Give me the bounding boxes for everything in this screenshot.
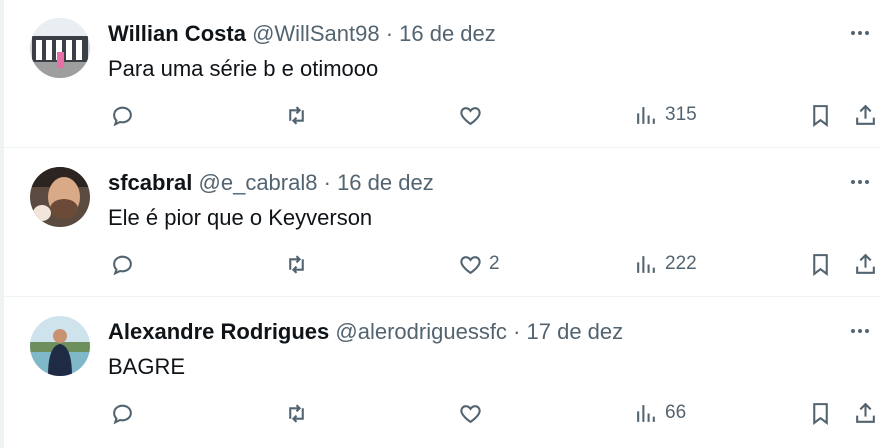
view-count: 66 xyxy=(665,402,687,423)
retweet-icon xyxy=(289,254,304,274)
view-count: 222 xyxy=(665,253,697,274)
heart-icon xyxy=(460,404,481,423)
like-count: 2 xyxy=(489,253,500,274)
reply-button[interactable] xyxy=(110,251,135,277)
tweet-date[interactable]: 16 de dez xyxy=(337,170,434,195)
more-button[interactable] xyxy=(845,20,875,46)
tweet-item[interactable]: sfcabral @e_cabral8 · 16 de dez Ele é pi… xyxy=(4,149,881,297)
tweet-item[interactable]: Alexandre Rodrigues @alerodriguessfc · 1… xyxy=(4,298,881,448)
share-icon xyxy=(856,402,875,423)
avatar[interactable] xyxy=(30,18,90,78)
like-button[interactable] xyxy=(458,400,489,426)
share-button[interactable] xyxy=(853,400,878,426)
reply-icon xyxy=(113,404,132,424)
separator-dot: · xyxy=(323,170,331,195)
share-button[interactable] xyxy=(853,251,878,277)
views-icon xyxy=(637,255,655,273)
separator-dot: · xyxy=(385,21,394,46)
retweet-icon xyxy=(289,403,304,423)
tweet-header: Alexandre Rodrigues @alerodriguessfc · 1… xyxy=(108,318,623,346)
more-button[interactable] xyxy=(845,318,875,344)
like-button[interactable]: 2 xyxy=(458,251,500,277)
replies-feed: Willian Costa @WillSant98 · 16 de dez Pa… xyxy=(0,0,881,448)
user-handle[interactable]: @WillSant98 xyxy=(252,21,380,46)
views-icon xyxy=(637,404,655,422)
views-button[interactable]: 315 xyxy=(634,102,697,128)
bookmark-icon xyxy=(813,104,828,127)
display-name[interactable]: sfcabral xyxy=(108,170,192,195)
bookmark-button[interactable] xyxy=(808,400,833,426)
like-button[interactable] xyxy=(458,102,489,128)
avatar[interactable] xyxy=(30,167,90,227)
bookmark-button[interactable] xyxy=(808,102,833,128)
tweet-text: Ele é pior que o Keyverson xyxy=(108,205,373,230)
views-icon xyxy=(637,106,655,124)
retweet-button[interactable] xyxy=(284,251,309,277)
heart-icon xyxy=(460,106,481,125)
share-icon xyxy=(856,104,875,125)
tweet-header: sfcabral @e_cabral8 · 16 de dez xyxy=(108,169,434,197)
view-count: 315 xyxy=(665,104,697,125)
tweet-text: BAGRE xyxy=(108,354,186,379)
reply-button[interactable] xyxy=(110,400,135,426)
display-name[interactable]: Alexandre Rodrigues xyxy=(108,319,329,344)
more-button[interactable] xyxy=(845,169,875,195)
views-button[interactable]: 222 xyxy=(634,251,697,277)
tweet-text: Para uma série b e otimooo xyxy=(108,56,379,81)
retweet-icon xyxy=(289,105,304,125)
bookmark-icon xyxy=(813,402,828,425)
reply-icon xyxy=(113,255,132,275)
user-handle[interactable]: @e_cabral8 xyxy=(199,170,318,195)
share-button[interactable] xyxy=(853,102,878,128)
tweet-date[interactable]: 16 de dez xyxy=(399,21,496,46)
reply-button[interactable] xyxy=(110,102,135,128)
share-icon xyxy=(856,253,875,274)
bookmark-icon xyxy=(813,253,828,276)
retweet-button[interactable] xyxy=(284,400,309,426)
tweet-date[interactable]: 17 de dez xyxy=(527,319,624,344)
user-handle[interactable]: @alerodriguessfc xyxy=(335,319,507,344)
tweet-item[interactable]: Willian Costa @WillSant98 · 16 de dez Pa… xyxy=(4,0,881,148)
avatar[interactable] xyxy=(30,316,90,376)
tweet-header: Willian Costa @WillSant98 · 16 de dez xyxy=(108,20,496,48)
views-button[interactable]: 66 xyxy=(634,400,686,426)
reply-icon xyxy=(113,106,132,126)
heart-icon xyxy=(460,255,481,274)
retweet-button[interactable] xyxy=(284,102,309,128)
separator-dot: · xyxy=(513,319,521,344)
display-name[interactable]: Willian Costa xyxy=(108,21,246,46)
bookmark-button[interactable] xyxy=(808,251,833,277)
